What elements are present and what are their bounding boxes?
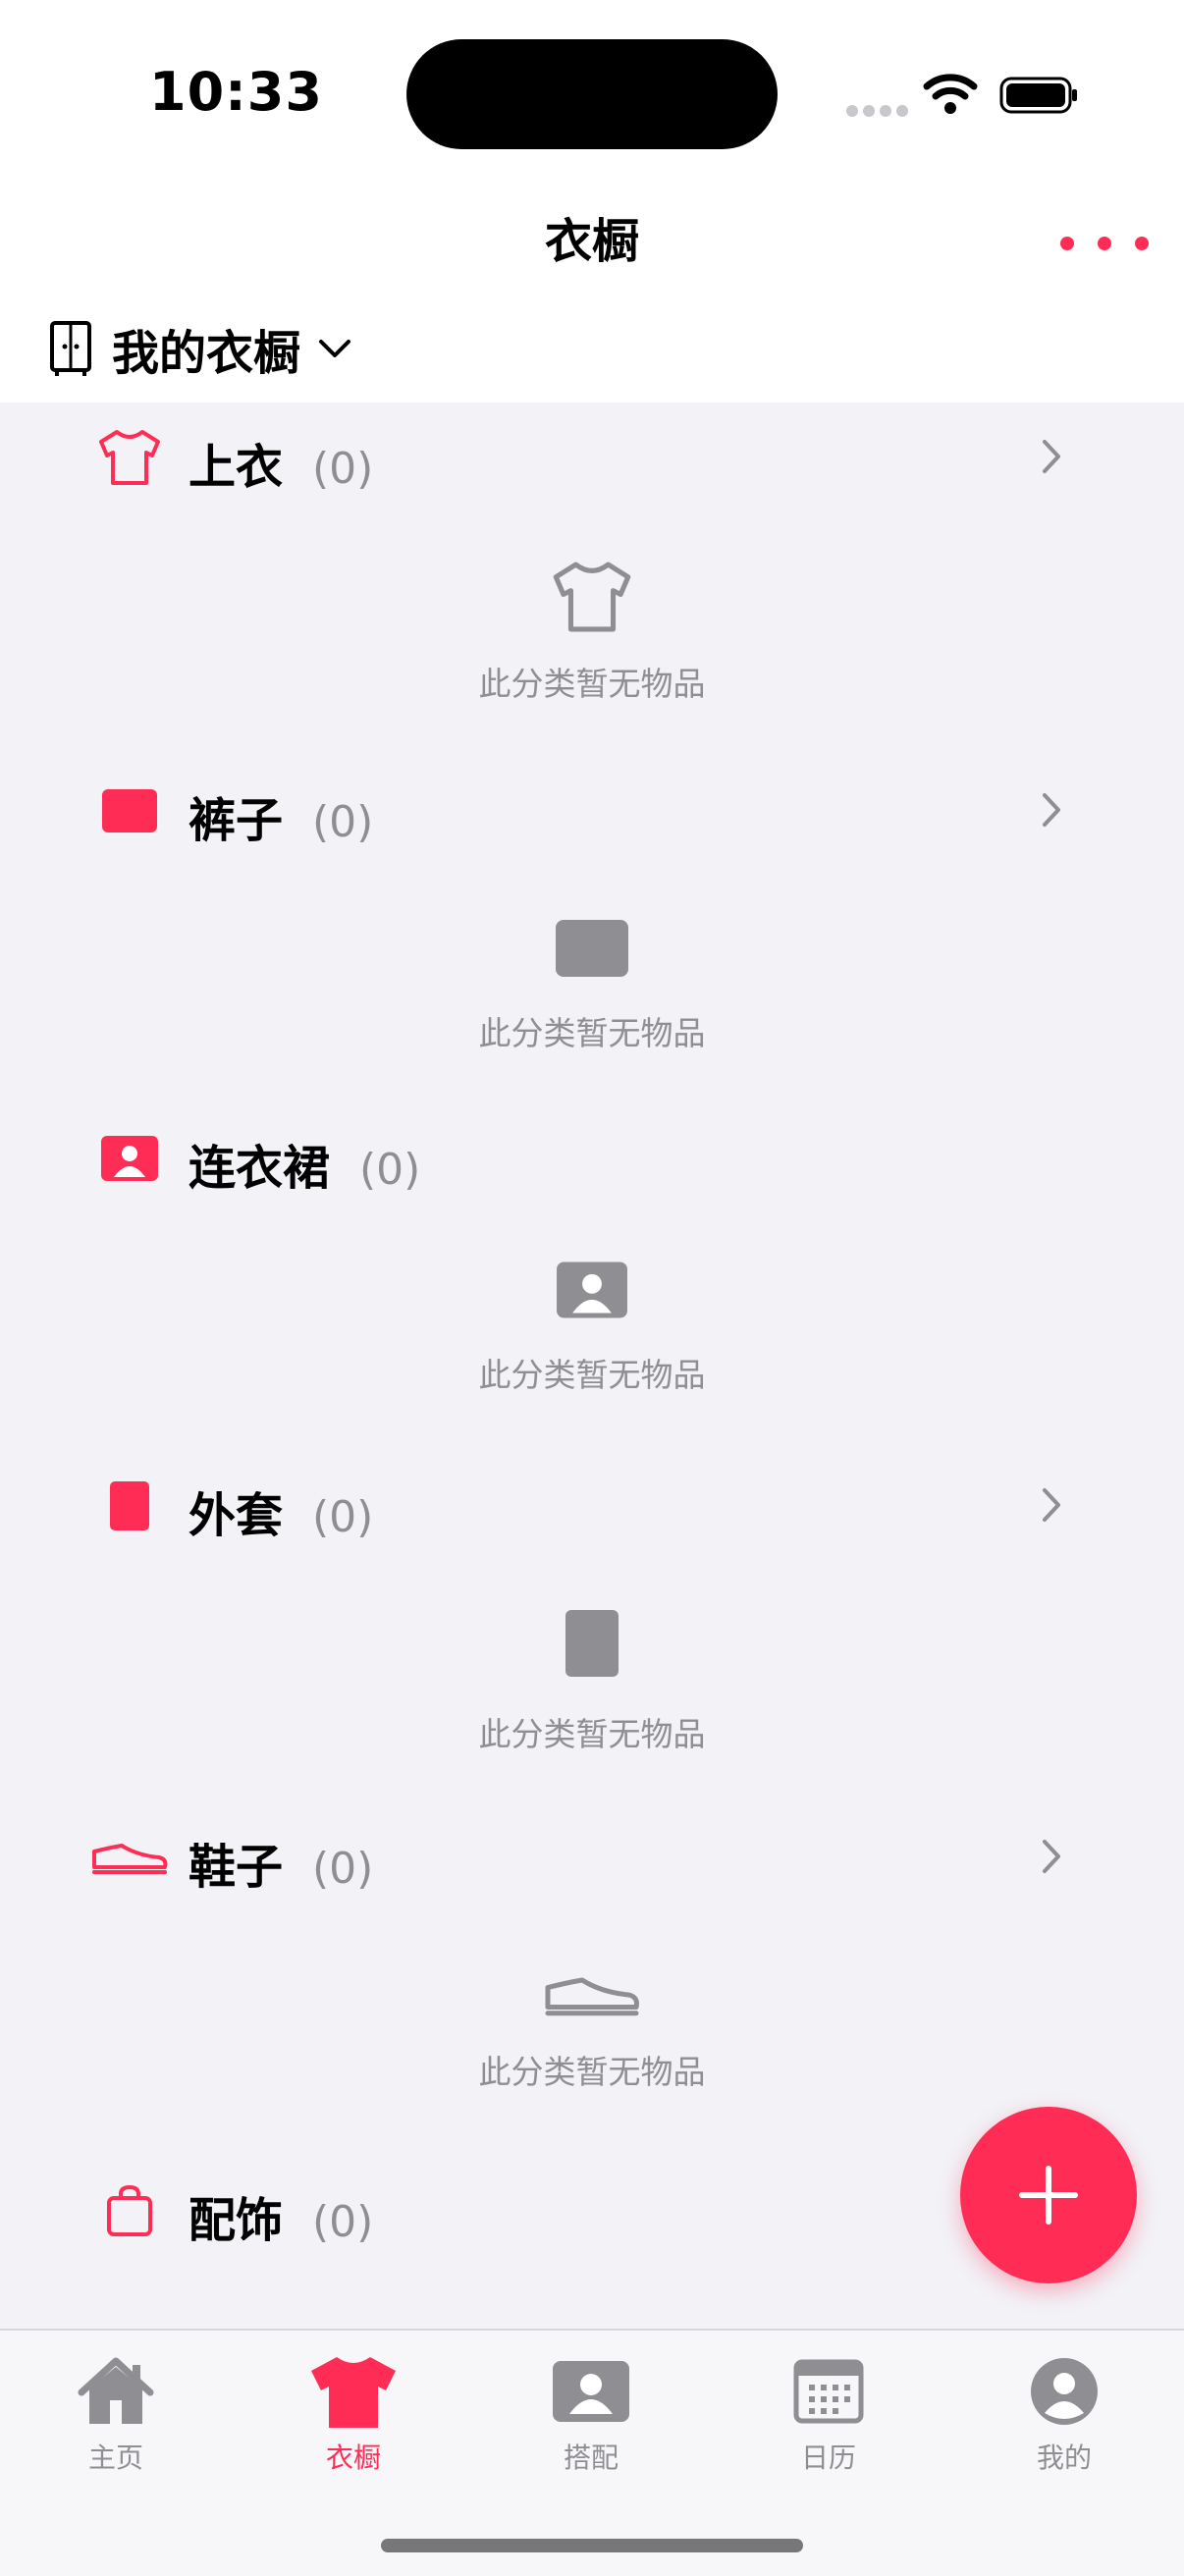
- category-count: (0): [312, 444, 374, 494]
- tab-label: 搭配: [563, 2442, 619, 2474]
- category-name: 鞋子: [188, 1840, 284, 1895]
- battery-icon: [999, 77, 1077, 114]
- chevron-right-icon: [1043, 440, 1060, 473]
- more-dot: [1135, 237, 1149, 250]
- more-dot: [1060, 237, 1074, 250]
- tab-calendar[interactable]: 日历: [750, 2350, 907, 2476]
- category-header[interactable]: 连衣裙 (0): [0, 1119, 1184, 1198]
- tab-profile[interactable]: 我的: [986, 2350, 1143, 2476]
- empty-state-text: 此分类暂无物品: [478, 1356, 706, 1394]
- status-time: 10:33: [149, 61, 323, 123]
- category-header[interactable]: 上衣 (0): [0, 418, 1184, 497]
- cellular-signal-icon: [846, 102, 913, 121]
- tshirt-icon: [86, 422, 173, 493]
- person-card-icon: [512, 2350, 670, 2433]
- category-name: 外套: [188, 1488, 284, 1543]
- wardrobe-name: 我的衣橱: [112, 326, 301, 381]
- category-header[interactable]: 裤子 (0): [0, 772, 1184, 850]
- add-item-button[interactable]: [960, 2107, 1137, 2283]
- category-count: (0): [312, 1492, 374, 1542]
- chevron-right-icon: [1043, 793, 1060, 827]
- category-header[interactable]: 外套 (0): [0, 1467, 1184, 1545]
- tab-label: 我的: [1036, 2442, 1092, 2474]
- tshirt-icon: [543, 558, 641, 636]
- empty-state-text: 此分类暂无物品: [478, 1014, 706, 1052]
- coat-icon: [543, 1604, 641, 1683]
- pants-icon: [543, 909, 641, 988]
- home-indicator[interactable]: [381, 2539, 803, 2552]
- dress-icon: [543, 1251, 641, 1329]
- category-count: (0): [359, 1145, 421, 1195]
- shoe-icon: [86, 1822, 173, 1893]
- category-count: (0): [312, 2197, 374, 2247]
- tab-wardrobe[interactable]: 衣橱: [275, 2350, 432, 2476]
- category-name: 上衣: [188, 440, 284, 495]
- more-options-button[interactable]: [1060, 224, 1149, 263]
- page-title: 衣橱: [544, 214, 639, 269]
- pants-icon: [86, 776, 173, 846]
- empty-state-text: 此分类暂无物品: [478, 1715, 706, 1753]
- tab-label: 日历: [800, 2442, 856, 2474]
- category-count: (0): [312, 797, 374, 847]
- status-bar: 10:33: [0, 0, 1184, 177]
- shoe-icon: [543, 1956, 641, 2034]
- category-name: 裤子: [188, 793, 284, 848]
- empty-state-text: 此分类暂无物品: [478, 665, 706, 703]
- dress-icon: [86, 1123, 173, 1194]
- wardrobe-selector[interactable]: 我的衣橱: [49, 314, 351, 383]
- coat-icon: [86, 1471, 173, 1541]
- category-count: (0): [312, 1844, 374, 1894]
- category-name: 配饰: [188, 2193, 284, 2248]
- tab-home[interactable]: 主页: [37, 2350, 194, 2476]
- empty-state-text: 此分类暂无物品: [478, 2053, 706, 2091]
- wifi-icon: [923, 74, 978, 114]
- wardrobe-icon: [50, 321, 91, 376]
- calendar-icon: [750, 2350, 907, 2433]
- category-header[interactable]: 鞋子 (0): [0, 1818, 1184, 1897]
- dynamic-island: [406, 39, 778, 149]
- bag-icon: [86, 2175, 173, 2246]
- chevron-right-icon: [1043, 1488, 1060, 1522]
- category-name: 连衣裙: [188, 1141, 331, 1196]
- tshirt-icon: [275, 2350, 432, 2433]
- tab-label: 衣橱: [325, 2442, 381, 2474]
- tab-outfits[interactable]: 搭配: [512, 2350, 670, 2476]
- home-icon: [37, 2350, 194, 2433]
- chevron-down-icon: [319, 340, 351, 357]
- more-dot: [1098, 237, 1111, 250]
- header: 衣橱 我的衣橱: [0, 177, 1184, 402]
- profile-icon: [986, 2350, 1143, 2433]
- tab-label: 主页: [87, 2442, 143, 2474]
- chevron-right-icon: [1043, 1840, 1060, 1873]
